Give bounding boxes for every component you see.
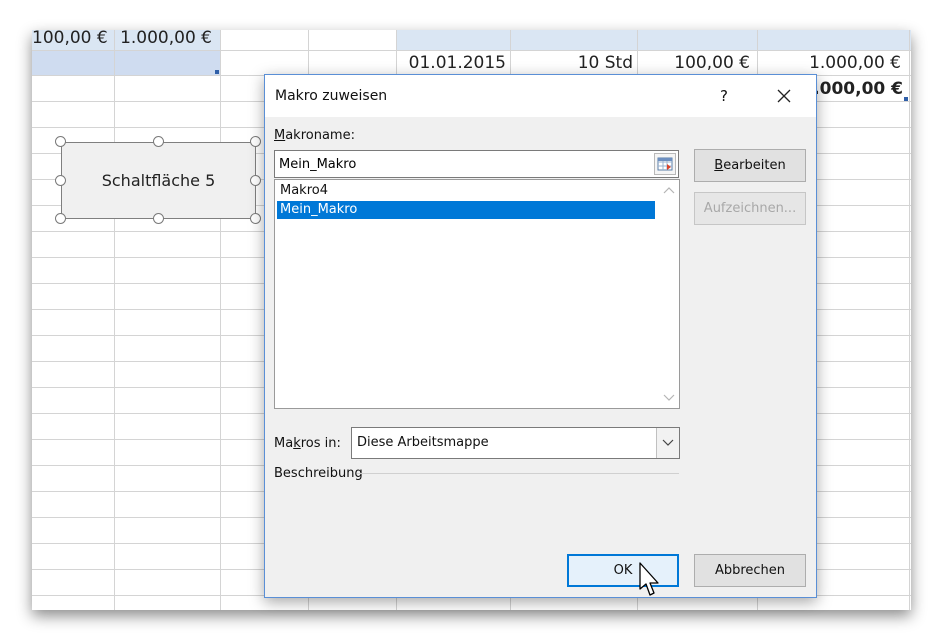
cell-rate[interactable]: 100,00 € xyxy=(637,53,750,73)
resize-handle[interactable] xyxy=(55,136,66,147)
dialog-title: Makro zuweisen xyxy=(275,88,388,104)
list-item[interactable]: Mein_Makro xyxy=(277,201,655,219)
macro-name-field[interactable] xyxy=(274,150,679,178)
range-select-button[interactable] xyxy=(654,153,676,175)
macros-in-label: Makros in: xyxy=(274,436,341,451)
cell-a1[interactable]: 100,00 € xyxy=(32,30,108,48)
resize-handle[interactable] xyxy=(250,175,261,186)
resize-handle[interactable] xyxy=(153,213,164,224)
cell-date[interactable]: 01.01.2015 xyxy=(396,53,506,73)
macros-in-dropdown[interactable]: Diese Arbeitsmappe xyxy=(351,427,680,459)
cell-total[interactable]: 1.000,00 € xyxy=(757,53,901,73)
scroll-up-icon[interactable] xyxy=(663,186,675,194)
range-select-icon xyxy=(657,157,673,171)
resize-handle[interactable] xyxy=(55,175,66,186)
shape-button-label: Schaltfläche 5 xyxy=(101,171,216,190)
table-header-fill xyxy=(396,30,911,50)
list-item[interactable]: Makro4 xyxy=(277,182,655,200)
dropdown-button[interactable] xyxy=(656,428,679,458)
macros-in-value: Diese Arbeitsmappe xyxy=(357,435,489,450)
close-button[interactable] xyxy=(769,83,799,109)
cancel-button[interactable]: Abbrechen xyxy=(694,554,806,587)
scroll-down-icon[interactable] xyxy=(663,394,675,402)
mouse-cursor-icon xyxy=(639,562,659,596)
chevron-down-icon xyxy=(662,439,674,446)
row2-selection-fill xyxy=(32,50,220,75)
close-icon xyxy=(777,89,791,103)
resize-handle[interactable] xyxy=(250,213,261,224)
shape-button[interactable]: Schaltfläche 5 xyxy=(61,142,256,219)
macro-name-input[interactable] xyxy=(279,155,639,173)
description-label: Beschreibung xyxy=(274,466,363,481)
macro-name-label: Makroname: xyxy=(274,128,355,143)
description-separator xyxy=(357,473,679,474)
cell-hours[interactable]: 10 Std xyxy=(510,53,633,73)
resize-handle[interactable] xyxy=(153,136,164,147)
macro-list[interactable]: Makro4 Mein_Makro xyxy=(274,179,680,409)
dialog-titlebar[interactable]: Makro zuweisen ? xyxy=(265,75,816,117)
edit-button[interactable]: Bearbeiten xyxy=(694,149,806,182)
table-resize-marker xyxy=(215,70,219,74)
resize-handle[interactable] xyxy=(250,136,261,147)
record-button[interactable]: Aufzeichnen... xyxy=(694,192,806,225)
assign-macro-dialog: Makro zuweisen ? Makroname: Makro4 Mein_… xyxy=(264,74,817,598)
resize-handle[interactable] xyxy=(55,213,66,224)
table-resize-marker xyxy=(904,97,908,101)
help-button[interactable]: ? xyxy=(713,85,735,107)
cell-b1[interactable]: 1.000,00 € xyxy=(114,30,212,48)
